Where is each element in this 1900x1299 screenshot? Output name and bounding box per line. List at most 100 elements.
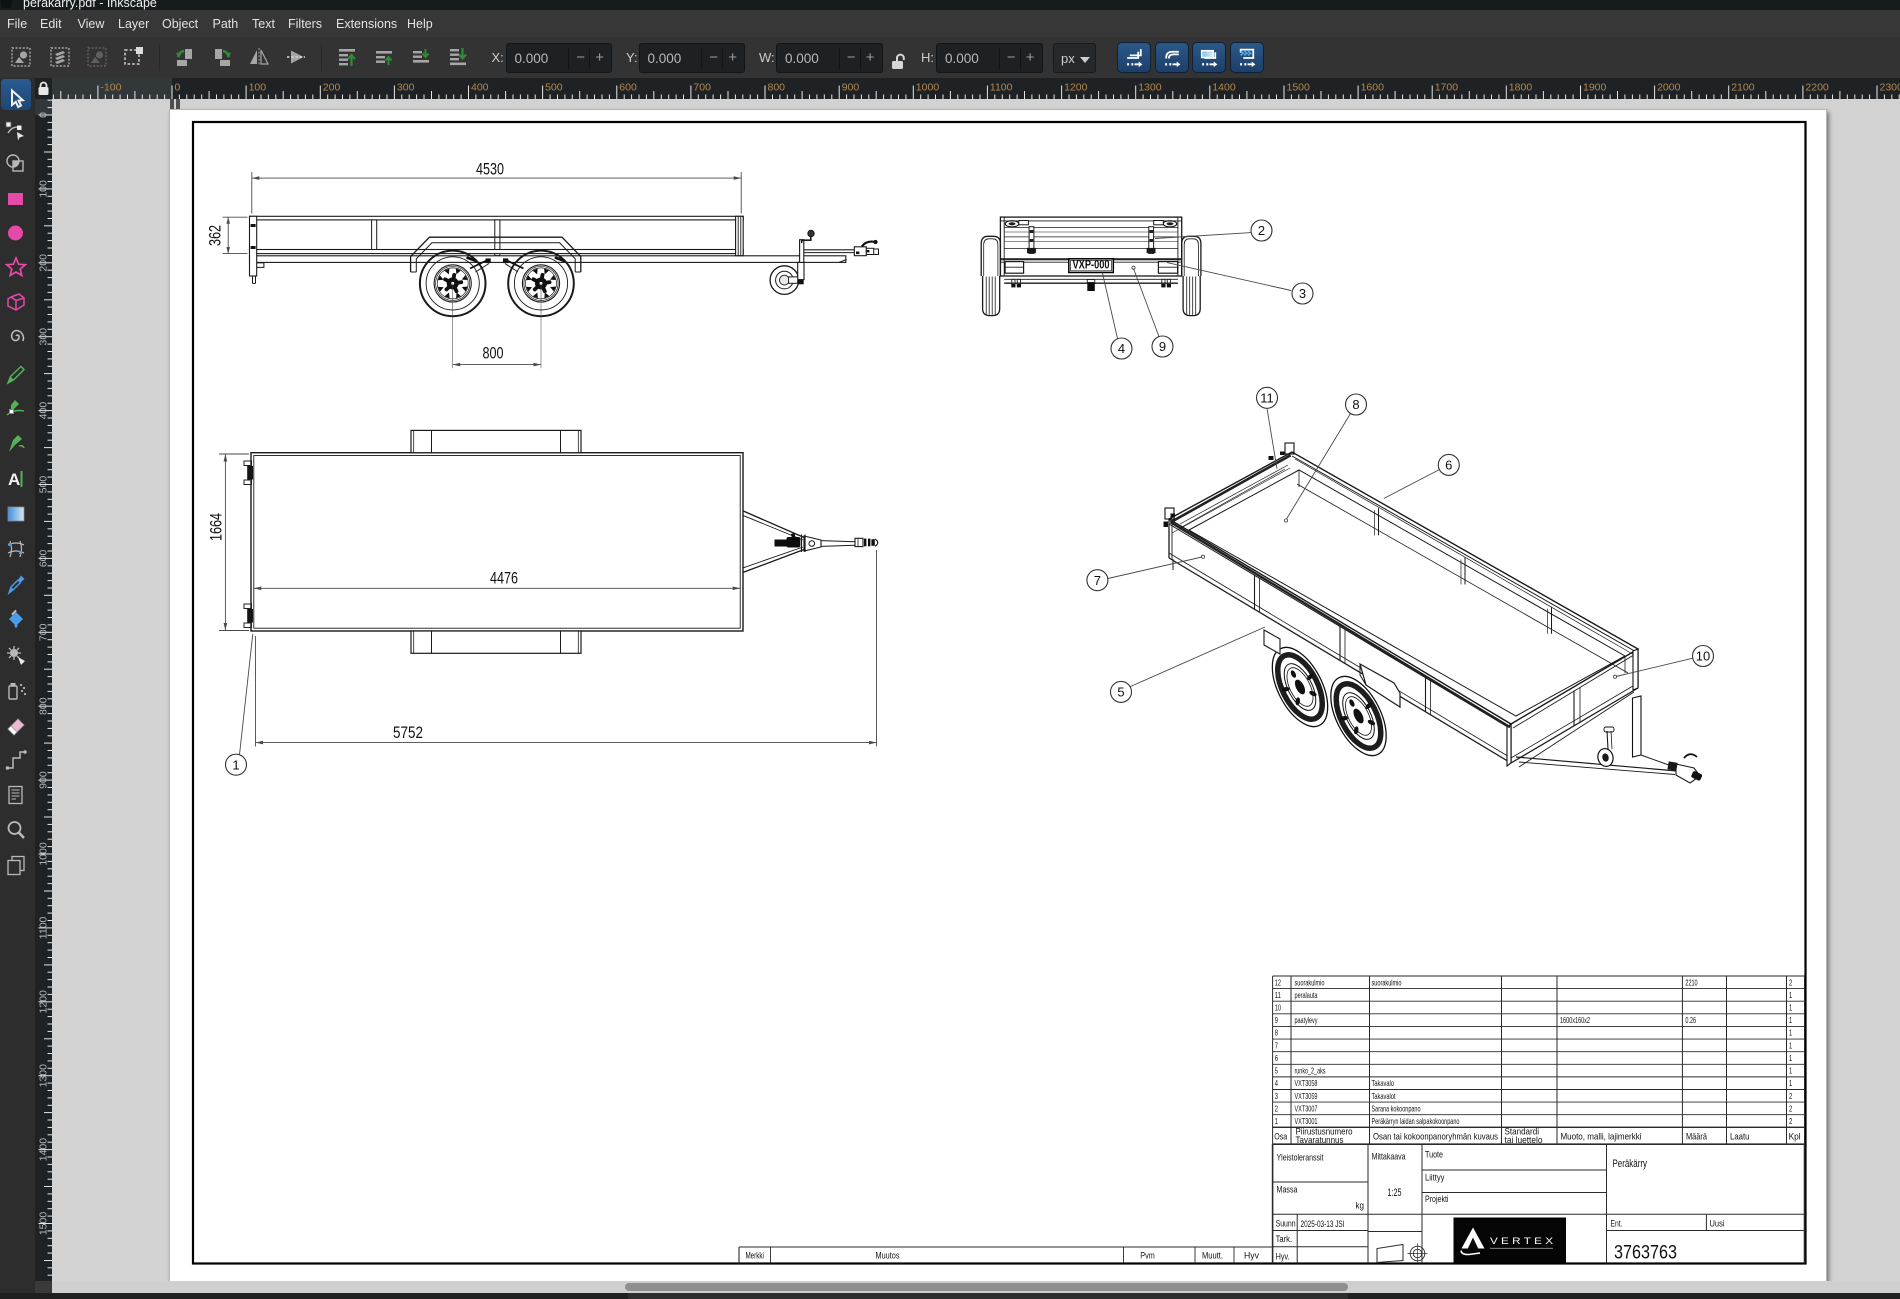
svg-text:1700: 1700 — [1435, 82, 1459, 94]
svg-text:Hyv: Hyv — [1244, 1250, 1259, 1261]
svg-text:2: 2 — [1789, 1103, 1792, 1113]
svg-text:Muoto, malli, lajimerkki: Muoto, malli, lajimerkki — [1561, 1131, 1642, 1142]
svg-text:2100: 2100 — [1731, 82, 1755, 94]
svg-text:Tavaratunnus: Tavaratunnus — [1296, 1135, 1344, 1146]
svg-text:500: 500 — [38, 476, 50, 494]
svg-text:suorakulmio: suorakulmio — [1295, 977, 1325, 987]
svg-text:Peräkärry: Peräkärry — [1613, 1158, 1648, 1170]
svg-text:700: 700 — [38, 623, 50, 641]
svg-text:1200: 1200 — [1064, 82, 1088, 94]
svg-text:5: 5 — [1117, 685, 1124, 700]
svg-text:700: 700 — [693, 82, 711, 94]
svg-text:900: 900 — [38, 771, 50, 789]
svg-text:Osan tai kokoonpanoryhmän kuva: Osan tai kokoonpanoryhmän kuvaus — [1373, 1131, 1498, 1142]
svg-text:2200: 2200 — [1805, 82, 1829, 94]
svg-text:1400: 1400 — [38, 1138, 50, 1162]
svg-text:1300: 1300 — [1138, 82, 1162, 94]
svg-text:100: 100 — [38, 180, 50, 198]
svg-text:4476: 4476 — [490, 570, 518, 588]
svg-text:5752: 5752 — [393, 724, 423, 742]
svg-text:800: 800 — [768, 82, 786, 94]
svg-text:Projekti: Projekti — [1425, 1194, 1449, 1205]
svg-text:300: 300 — [38, 328, 50, 346]
svg-text:6: 6 — [1445, 458, 1452, 473]
svg-text:2: 2 — [1789, 977, 1792, 987]
svg-text:1400: 1400 — [1212, 82, 1236, 94]
svg-text:1200: 1200 — [38, 990, 50, 1014]
svg-text:800: 800 — [483, 344, 504, 362]
svg-text:Määrä: Määrä — [1686, 1131, 1708, 1142]
svg-text:VXT3007: VXT3007 — [1295, 1103, 1318, 1113]
svg-text:6: 6 — [1275, 1053, 1278, 1063]
svg-text:800: 800 — [38, 697, 50, 715]
svg-text:1800: 1800 — [1509, 82, 1533, 94]
svg-text:2000: 2000 — [1657, 82, 1681, 94]
svg-text:1600x160x2: 1600x160x2 — [1560, 1015, 1590, 1025]
svg-text:1: 1 — [1789, 990, 1792, 1000]
svg-text:900: 900 — [842, 82, 860, 94]
svg-text:V E R T E X: V E R T E X — [1490, 1236, 1554, 1247]
svg-text:7: 7 — [1094, 573, 1101, 588]
svg-text:1: 1 — [1789, 1028, 1792, 1038]
svg-text:1: 1 — [1789, 1078, 1792, 1088]
svg-text:Uusi: Uusi — [1710, 1219, 1725, 1230]
svg-text:Tuote: Tuote — [1425, 1150, 1443, 1161]
svg-text:1500: 1500 — [1287, 82, 1311, 94]
svg-text:11: 11 — [1260, 390, 1274, 405]
svg-text:Osa: Osa — [1274, 1131, 1288, 1142]
svg-text:2210: 2210 — [1685, 977, 1697, 987]
svg-text:4: 4 — [1118, 341, 1125, 356]
svg-text:VXT3059: VXT3059 — [1295, 1091, 1318, 1101]
svg-text:Laatu: Laatu — [1730, 1131, 1750, 1142]
svg-text:600: 600 — [619, 82, 637, 94]
svg-text:Suunn: Suunn — [1276, 1219, 1296, 1230]
svg-text:peralauta: peralauta — [1295, 990, 1318, 1000]
svg-text:4: 4 — [1275, 1078, 1278, 1088]
svg-text:Tark.: Tark. — [1276, 1234, 1293, 1245]
svg-text:Kpl: Kpl — [1789, 1131, 1801, 1142]
svg-text:2: 2 — [1789, 1116, 1792, 1126]
svg-text:7: 7 — [1275, 1040, 1278, 1050]
svg-text:1600: 1600 — [1361, 82, 1385, 94]
svg-text:1: 1 — [1789, 1040, 1792, 1050]
svg-text:200: 200 — [38, 254, 50, 272]
svg-text:Merkki: Merkki — [745, 1250, 764, 1261]
svg-text:A: A — [8, 470, 20, 489]
svg-text:8: 8 — [1275, 1028, 1278, 1038]
svg-text:kg: kg — [1356, 1201, 1365, 1212]
svg-text:200: 200 — [323, 82, 341, 94]
svg-text:1:25: 1:25 — [1388, 1187, 1402, 1199]
svg-text:1: 1 — [232, 757, 239, 772]
svg-text:2: 2 — [1789, 1091, 1792, 1101]
svg-text:tai luettelo: tai luettelo — [1505, 1135, 1543, 1146]
svg-text:1000: 1000 — [916, 82, 940, 94]
svg-text:Yleistoleranssit: Yleistoleranssit — [1277, 1153, 1324, 1164]
svg-text:1: 1 — [1789, 1053, 1792, 1063]
svg-text:1: 1 — [1789, 1066, 1792, 1076]
svg-text:400: 400 — [471, 82, 489, 94]
svg-text:10: 10 — [1275, 1003, 1281, 1013]
svg-text:Muutos: Muutos — [876, 1250, 900, 1261]
svg-text:8: 8 — [1352, 397, 1359, 412]
svg-text:3763763: 3763763 — [1614, 1243, 1677, 1264]
svg-text:1664: 1664 — [208, 513, 226, 541]
svg-text:3: 3 — [1299, 286, 1306, 301]
svg-text:9: 9 — [1275, 1015, 1278, 1025]
svg-text:300: 300 — [397, 82, 415, 94]
svg-text:Pvm: Pvm — [1140, 1250, 1155, 1261]
svg-text:1: 1 — [1789, 1015, 1792, 1025]
svg-text:500: 500 — [545, 82, 563, 94]
svg-text:12: 12 — [1275, 977, 1281, 987]
svg-text:1: 1 — [1789, 1003, 1792, 1013]
svg-text:600: 600 — [38, 549, 50, 567]
svg-text:Liittyy: Liittyy — [1425, 1173, 1445, 1184]
svg-text:1500: 1500 — [38, 1212, 50, 1236]
svg-text:Ent.: Ent. — [1611, 1219, 1623, 1230]
svg-text:2: 2 — [1275, 1103, 1278, 1113]
svg-text:1: 1 — [1275, 1116, 1278, 1126]
svg-text:10: 10 — [1696, 649, 1710, 664]
svg-text:1100: 1100 — [990, 82, 1013, 94]
svg-text:3: 3 — [1275, 1091, 1278, 1101]
svg-text:100: 100 — [249, 82, 267, 94]
svg-text:1000: 1000 — [38, 842, 50, 866]
